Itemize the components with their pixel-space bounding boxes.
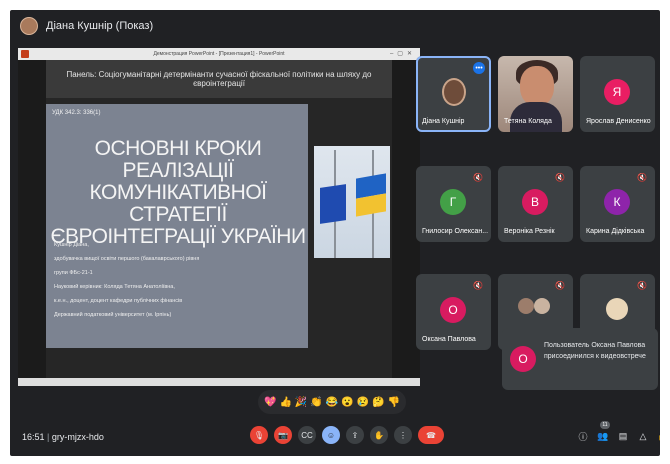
- participant-avatar: В: [522, 189, 548, 215]
- leave-call-button[interactable]: ☎: [418, 426, 444, 444]
- join-notification: О Пользователь Оксана Павлова присоедини…: [502, 328, 658, 390]
- reactions-bar: 💖 👍 🎉 👏 😂 😮 😢 🤔 👎: [258, 390, 407, 414]
- eu-flag: [320, 184, 346, 224]
- bottom-bar: 16:51 | gry-mjzx-hdo 🎙 📷 CC ☺ ⇪ ✋ ⋮ ☎ ⓘ …: [10, 420, 660, 456]
- slide-body: УДК 342.3: 336(1) ОСНОВНІ КРОКИ РЕАЛІЗАЦ…: [46, 104, 308, 348]
- slide-meta: Кушнір Діана, здобувачка вищої освіти пе…: [54, 238, 294, 322]
- activities-icon[interactable]: △: [636, 429, 650, 443]
- side-controls: ⓘ 👥11 ▤ △ 🔒: [576, 421, 660, 443]
- slide: Панель: Соціогуманітарні детермінанти су…: [46, 60, 392, 378]
- meeting-code: gry-mjzx-hdo: [51, 432, 104, 442]
- raise-hand-button[interactable]: ✋: [370, 426, 388, 444]
- powerpoint-statusbar: [18, 378, 420, 386]
- presenter-avatar: [20, 17, 38, 35]
- present-button[interactable]: ⇪: [346, 426, 364, 444]
- participant-video-face: [520, 66, 554, 106]
- more-options-button[interactable]: ⋮: [394, 426, 412, 444]
- participant-photo: [442, 78, 466, 106]
- participant-video-body: [510, 102, 562, 132]
- slide-meta-line: к.е.н., доцент, доцент кафедри публічних…: [54, 298, 183, 304]
- participant-name: Тетяна Коляда: [504, 118, 552, 125]
- slide-meta-line: Кушнір Діана,: [54, 242, 89, 248]
- participant-tile[interactable]: ••• Діана Кушнір: [416, 56, 491, 132]
- slide-panel-title: Панель: Соціогуманітарні детермінанти су…: [46, 60, 392, 98]
- participant-thumb: [606, 298, 628, 320]
- mic-off-icon: 🔇: [555, 281, 565, 290]
- ukraine-flag-yellow: [356, 193, 386, 217]
- powerpoint-title: Демонстрация PowerPoint - [Презентация1]…: [153, 51, 285, 57]
- participant-thumb: [518, 298, 534, 314]
- participant-name: Оксана Павлова: [422, 336, 476, 343]
- mic-off-icon: 🔇: [473, 281, 483, 290]
- screen-share[interactable]: Демонстрация PowerPoint - [Презентация1]…: [18, 48, 420, 386]
- powerpoint-titlebar: Демонстрация PowerPoint - [Презентация1]…: [18, 48, 420, 60]
- info-icon[interactable]: ⓘ: [576, 429, 590, 443]
- participant-tile[interactable]: 🔇 В Вероніка Резнік: [498, 166, 573, 242]
- participant-avatar: Я: [604, 79, 630, 105]
- people-icon[interactable]: 👥 11: [596, 421, 610, 443]
- powerpoint-icon: [21, 50, 29, 58]
- emoji-button[interactable]: ☺: [322, 426, 340, 444]
- more-options-icon[interactable]: •••: [473, 62, 485, 74]
- participant-name: Карина Дідківська: [586, 228, 645, 235]
- toast-text: Пользователь Оксана Павлова присоединилс…: [544, 342, 646, 360]
- lock-icon[interactable]: 🔒: [656, 429, 660, 443]
- reaction-party-icon[interactable]: 🎉: [295, 397, 307, 408]
- participant-tile[interactable]: 🔇 О Оксана Павлова: [416, 274, 491, 350]
- participant-count-badge: 11: [600, 421, 610, 429]
- reaction-laugh-icon[interactable]: 😂: [326, 397, 338, 408]
- chat-icon[interactable]: ▤: [616, 429, 630, 443]
- mic-off-icon: 🔇: [473, 173, 483, 182]
- camera-toggle-button[interactable]: 📷: [274, 426, 292, 444]
- flags-photo: [314, 146, 390, 258]
- reaction-thumbs-up-icon[interactable]: 👍: [279, 397, 291, 408]
- reaction-thinking-icon[interactable]: 🤔: [372, 397, 384, 408]
- mic-toggle-button[interactable]: 🎙: [250, 426, 268, 444]
- participant-name: Гнилосир Олексан...: [422, 228, 489, 235]
- participant-name: Вероніка Резнік: [504, 228, 555, 235]
- reaction-clap-icon[interactable]: 👏: [310, 397, 322, 408]
- slide-meta-line: Науковий керівник: Коляда Тетяна Анатолі…: [54, 284, 175, 290]
- reaction-heart-icon[interactable]: 💖: [264, 397, 276, 408]
- participant-tile[interactable]: Тетяна Коляда: [498, 56, 573, 132]
- slide-meta-line: групи ФБс-21-1: [54, 270, 93, 276]
- mic-off-icon: 🔇: [637, 281, 647, 290]
- slide-udk: УДК 342.3: 336(1): [52, 110, 101, 116]
- meeting-info: 16:51 | gry-mjzx-hdo: [22, 432, 104, 442]
- mic-off-icon: 🔇: [637, 173, 647, 182]
- captions-button[interactable]: CC: [298, 426, 316, 444]
- participant-name: Діана Кушнір: [422, 118, 465, 125]
- participant-name: Ярослав Денисенко: [586, 118, 651, 125]
- meet-window: Діана Кушнір (Показ) Демонстрация PowerP…: [10, 10, 660, 456]
- reaction-sad-icon[interactable]: 😢: [357, 397, 369, 408]
- participant-avatar: О: [440, 297, 466, 323]
- participant-tile[interactable]: Я Ярослав Денисенко: [580, 56, 655, 132]
- presenter-header: Діана Кушнір (Показ): [10, 10, 660, 42]
- slide-heading: ОСНОВНІ КРОКИ РЕАЛІЗАЦІЇ КОМУНІКАТИВНОЇ …: [50, 137, 306, 248]
- presenter-name: Діана Кушнір (Показ): [46, 20, 154, 32]
- participant-avatar: Г: [440, 189, 466, 215]
- slide-meta-line: здобувачка вищої освіти першого (бакалав…: [54, 256, 200, 262]
- meeting-time: 16:51: [22, 432, 45, 442]
- participant-thumb: [534, 298, 550, 314]
- window-controls-icon: –▢✕: [389, 51, 416, 57]
- participant-tile[interactable]: 🔇 К Карина Дідківська: [580, 166, 655, 242]
- call-controls: 🎙 📷 CC ☺ ⇪ ✋ ⋮ ☎: [250, 426, 444, 444]
- participant-avatar: К: [604, 189, 630, 215]
- slide-meta-line: Державний податковий університет (м. Ірп…: [54, 312, 172, 318]
- participant-tile[interactable]: 🔇 Г Гнилосир Олексан...: [416, 166, 491, 242]
- reaction-surprised-icon[interactable]: 😮: [341, 397, 353, 408]
- reaction-thumbs-down-icon[interactable]: 👎: [388, 397, 400, 408]
- toast-avatar: О: [510, 346, 536, 372]
- mic-off-icon: 🔇: [555, 173, 565, 182]
